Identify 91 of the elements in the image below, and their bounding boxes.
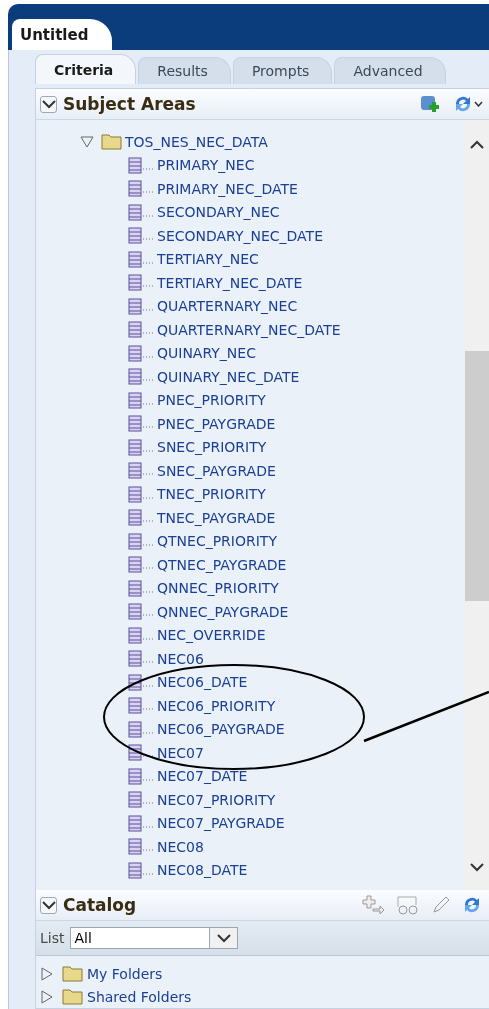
- column-label[interactable]: QTNEC_PRIORITY: [157, 533, 277, 550]
- column-icon: [128, 532, 154, 550]
- column-label[interactable]: QTNEC_PAYGRADE: [157, 556, 287, 573]
- folder-icon: [62, 988, 83, 1005]
- column-label[interactable]: NEC_OVERRIDE: [157, 627, 266, 644]
- chevron-down-icon: [470, 862, 484, 872]
- collapse-button[interactable]: [40, 896, 57, 914]
- column-icon: [128, 838, 154, 856]
- caret-icon: [474, 101, 483, 107]
- column-label[interactable]: SECONDARY_NEC_DATE: [157, 227, 323, 244]
- column-icon: [128, 720, 154, 738]
- column-icon: [128, 814, 154, 832]
- column-icon: [128, 297, 154, 315]
- column-label[interactable]: TERTIARY_NEC_DATE: [157, 274, 303, 291]
- column-icon: [128, 485, 154, 503]
- chevron-down-icon: [41, 900, 56, 910]
- column-label[interactable]: NEC06_DATE: [157, 674, 248, 691]
- folder-label[interactable]: My Folders: [87, 965, 163, 982]
- column-icon: [128, 203, 154, 221]
- chevron-down-icon: [41, 99, 56, 109]
- column-label[interactable]: NEC06: [157, 650, 204, 667]
- scrollbar[interactable]: [465, 120, 489, 890]
- column-label[interactable]: SECONDARY_NEC: [157, 204, 280, 221]
- column-icon: [128, 227, 154, 245]
- column-label[interactable]: NEC07: [157, 744, 204, 761]
- tab[interactable]: Prompts: [232, 57, 333, 84]
- column-icon: [128, 368, 154, 386]
- column-label[interactable]: NEC06_PRIORITY: [157, 697, 276, 714]
- column-label[interactable]: SNEC_PRIORITY: [157, 439, 267, 456]
- scroll-down-button[interactable]: [470, 862, 484, 872]
- column-label[interactable]: TERTIARY_NEC: [157, 251, 259, 268]
- column-icon: [128, 156, 154, 174]
- column-icon: [128, 274, 154, 292]
- dropdown-button[interactable]: [209, 928, 238, 948]
- column-label[interactable]: NEC07_PAYGRADE: [157, 815, 285, 832]
- column-label[interactable]: TNEC_PRIORITY: [157, 486, 266, 503]
- column-label[interactable]: QUARTERNARY_NEC: [157, 298, 298, 315]
- column-icon: [128, 344, 154, 362]
- column-icon: [128, 791, 154, 809]
- column-label[interactable]: QNNEC_PAYGRADE: [157, 603, 289, 620]
- column-icon: [128, 321, 154, 339]
- chevron-up-icon: [470, 140, 484, 150]
- column-icon: [128, 579, 154, 597]
- list-dropdown[interactable]: All: [70, 927, 239, 949]
- add-to-criteria-button[interactable]: [359, 895, 387, 915]
- column-icon: [128, 438, 154, 456]
- document-tab[interactable]: Untitled: [12, 19, 113, 50]
- panel-title: Subject Areas: [63, 94, 197, 114]
- folder-label[interactable]: Shared Folders: [87, 988, 192, 1005]
- column-icon: [128, 509, 154, 527]
- column-icon: [128, 626, 154, 644]
- folder-label[interactable]: TOS_NES_NEC_DATA: [125, 133, 268, 150]
- column-label[interactable]: NEC08: [157, 838, 204, 855]
- column-label[interactable]: QUARTERNARY_NEC_DATE: [157, 321, 341, 338]
- column-label[interactable]: NEC06_PAYGRADE: [157, 721, 285, 738]
- column-icon: [128, 603, 154, 621]
- panel-title: Catalog: [63, 895, 138, 915]
- list-label: List: [40, 930, 65, 946]
- tab[interactable]: Criteria: [35, 54, 137, 84]
- column-label[interactable]: PNEC_PRIORITY: [157, 392, 266, 409]
- column-label[interactable]: QUINARY_NEC_DATE: [157, 368, 300, 385]
- column-icon: [128, 391, 154, 409]
- column-icon: [128, 462, 154, 480]
- column-label[interactable]: QNNEC_PRIORITY: [157, 580, 279, 597]
- scroll-up-button[interactable]: [470, 140, 484, 150]
- scroll-thumb[interactable]: [465, 351, 489, 601]
- chevron-down-icon: [217, 933, 231, 943]
- collapse-button[interactable]: [40, 95, 57, 113]
- folder-icon: [62, 965, 83, 982]
- tab[interactable]: Results: [138, 57, 231, 84]
- column-label[interactable]: QUINARY_NEC: [157, 345, 256, 362]
- column-icon: [128, 697, 154, 715]
- tab[interactable]: Advanced: [334, 57, 446, 84]
- column-label[interactable]: NEC07_DATE: [157, 768, 248, 785]
- column-label[interactable]: NEC07_PRIORITY: [157, 791, 276, 808]
- column-icon: [128, 415, 154, 433]
- column-label[interactable]: SNEC_PAYGRADE: [157, 462, 276, 479]
- column-label[interactable]: PRIMARY_NEC_DATE: [157, 180, 298, 197]
- column-icon: [128, 767, 154, 785]
- column-icon: [128, 650, 154, 668]
- column-icon: [128, 744, 154, 762]
- column-icon: [128, 861, 154, 879]
- folder-icon: [101, 133, 122, 151]
- column-icon: [128, 180, 154, 198]
- column-label[interactable]: PRIMARY_NEC: [157, 157, 255, 174]
- column-label[interactable]: PNEC_PAYGRADE: [157, 415, 276, 432]
- column-icon: [128, 673, 154, 691]
- column-label[interactable]: NEC08_DATE: [157, 862, 248, 879]
- column-icon: [128, 556, 154, 574]
- column-icon: [128, 250, 154, 268]
- column-label[interactable]: TNEC_PAYGRADE: [157, 509, 276, 526]
